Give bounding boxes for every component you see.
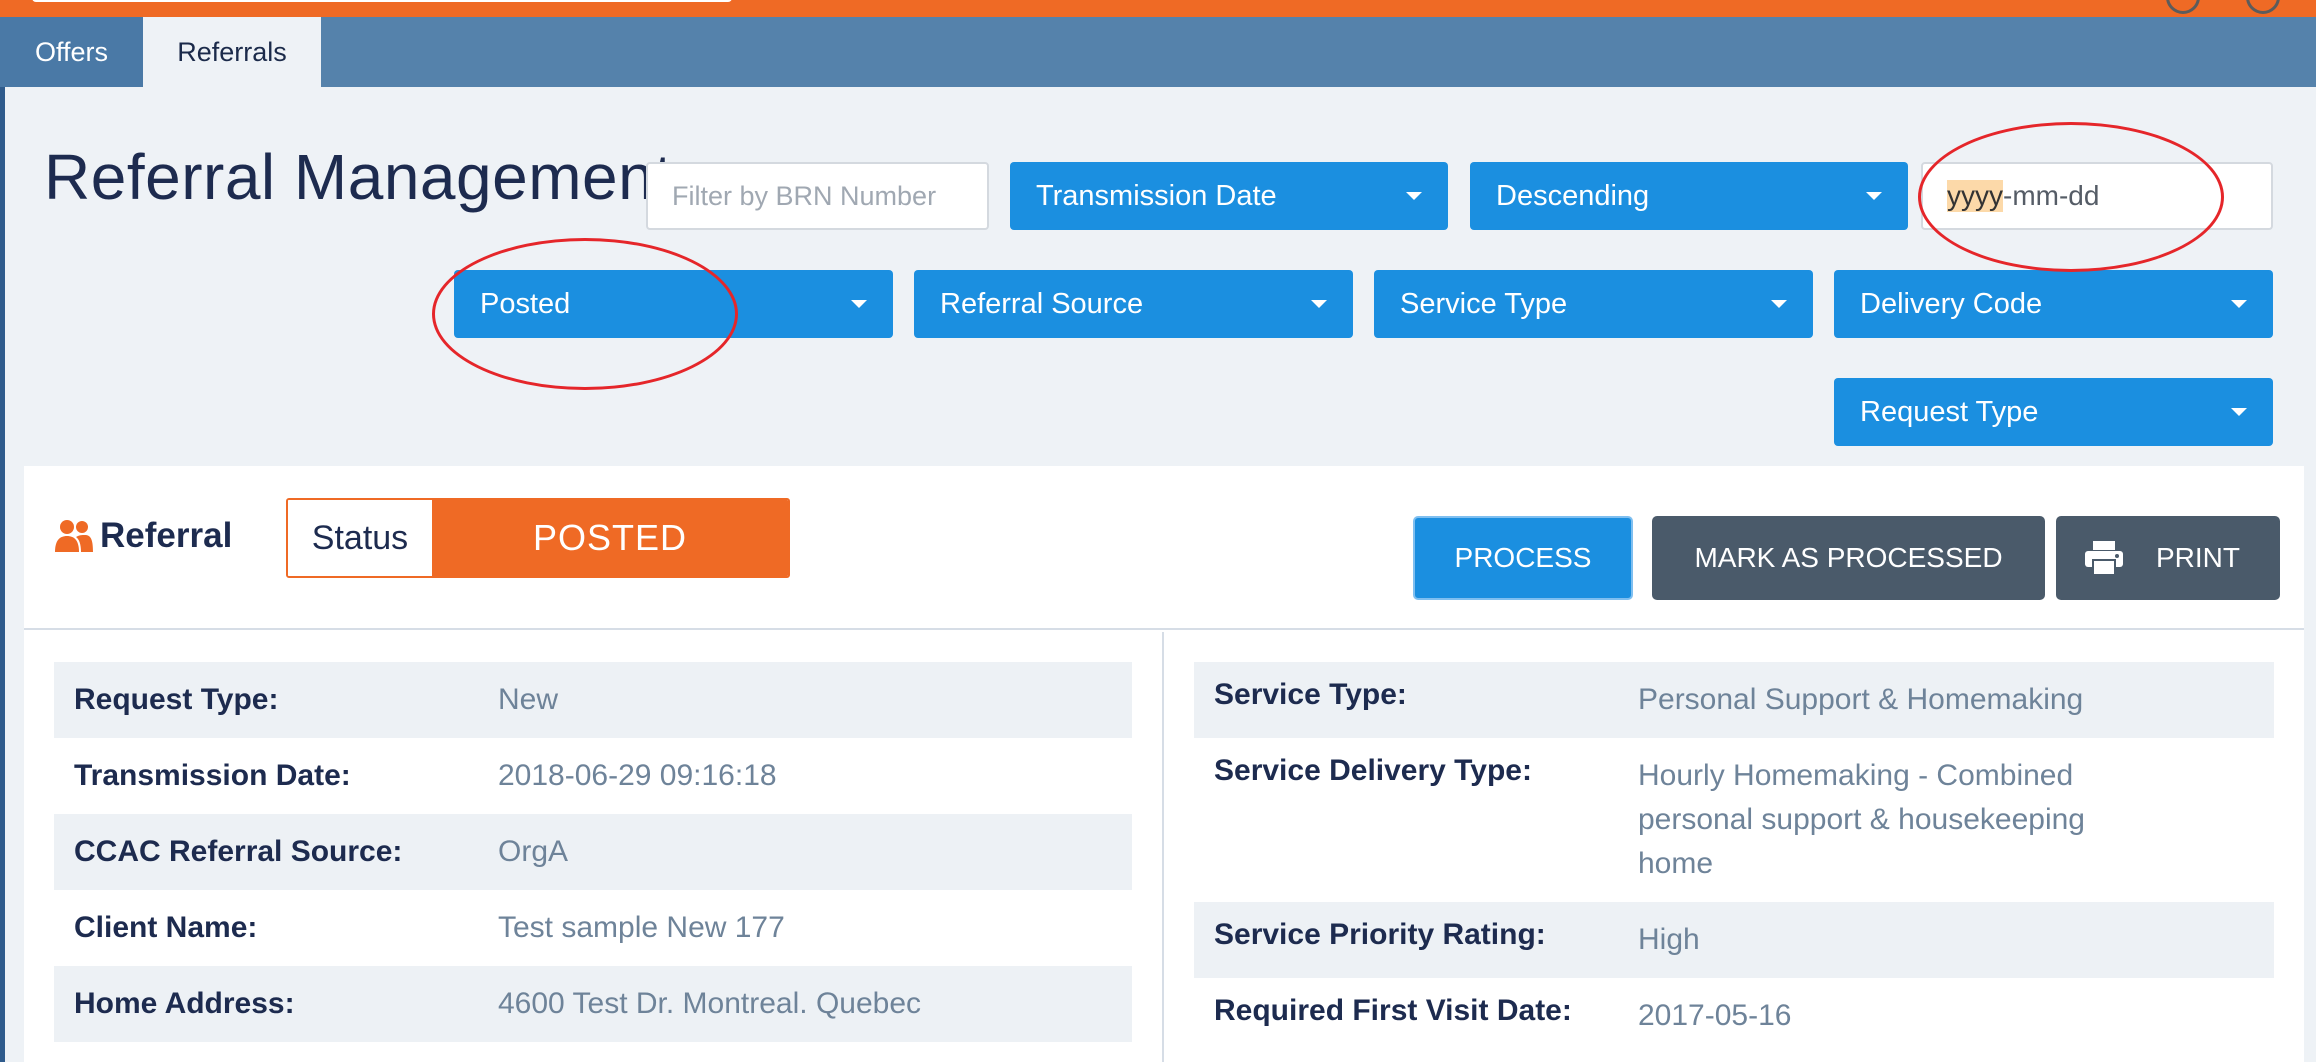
detail-label: Service Type: [1214, 678, 1407, 711]
detail-value: 4600 Test Dr. Montreal. Quebec [498, 987, 922, 1020]
brn-filter-input[interactable] [646, 162, 989, 230]
left-edge-rule [0, 87, 5, 1062]
detail-label: Required First Visit Date: [1214, 994, 1572, 1027]
sort-field-dropdown[interactable]: Transmission Date [1010, 162, 1448, 230]
date-year-segment[interactable]: yyyy [1947, 180, 2003, 212]
tab-referrals[interactable]: Referrals [143, 17, 321, 87]
process-button[interactable]: PROCESS [1413, 516, 1633, 600]
status-dropdown-label: Posted [480, 287, 571, 320]
referral-source-dropdown[interactable]: Referral Source [914, 270, 1353, 338]
chevron-down-icon [851, 300, 867, 308]
detail-row: Home Address: 4600 Test Dr. Montreal. Qu… [54, 966, 1132, 1042]
user-avatar-icon[interactable] [2246, 0, 2280, 14]
sort-order-label: Descending [1496, 179, 1650, 212]
detail-value: OrgA [498, 835, 569, 868]
status-badge: POSTED [432, 500, 788, 576]
request-type-label: Request Type [1860, 395, 2039, 428]
date-filter-input[interactable]: yyyy -mm-dd [1921, 162, 2273, 230]
detail-label: CCAC Referral Source: [74, 835, 403, 868]
detail-value: High [1638, 923, 1700, 956]
detail-value: Test sample New 177 [498, 911, 785, 944]
service-type-dropdown[interactable]: Service Type [1374, 270, 1813, 338]
chevron-down-icon [1866, 192, 1882, 200]
detail-row: Service Priority Rating: High [1194, 902, 2274, 978]
detail-value: 2018-06-29 09:16:18 [498, 759, 777, 792]
chevron-down-icon [1771, 300, 1787, 308]
print-button[interactable]: PRINT [2056, 516, 2280, 600]
notification-icon[interactable] [2166, 0, 2200, 14]
column-divider [1162, 632, 1164, 1062]
chevron-down-icon [2231, 300, 2247, 308]
status-dropdown[interactable]: Posted [454, 270, 893, 338]
detail-value: Hourly Homemaking - Combined personal su… [1638, 759, 2085, 880]
date-rest-segment: -mm-dd [2003, 180, 2100, 211]
request-type-dropdown[interactable]: Request Type [1834, 378, 2273, 446]
detail-row: Service Delivery Type: Hourly Homemaking… [1194, 738, 2274, 902]
detail-row: Client Name: Test sample New 177 [54, 890, 1132, 966]
referral-card: Referral Status POSTED PROCESS MARK AS P… [24, 466, 2304, 1062]
users-icon [55, 520, 93, 552]
top-header-bar [0, 0, 2316, 17]
tab-bar: Offers Referrals [0, 17, 2316, 87]
chevron-down-icon [2231, 408, 2247, 416]
chevron-down-icon [1406, 192, 1422, 200]
sort-order-dropdown[interactable]: Descending [1470, 162, 1908, 230]
chevron-down-icon [1311, 300, 1327, 308]
mark-as-processed-button[interactable]: MARK AS PROCESSED [1652, 516, 2045, 600]
detail-value: 2017-05-16 [1638, 999, 1792, 1032]
detail-value: New [498, 683, 559, 716]
detail-label: Service Delivery Type: [1214, 754, 1532, 787]
detail-label: Client Name: [74, 911, 258, 944]
sort-field-label: Transmission Date [1036, 179, 1277, 212]
detail-row: Transmission Date: 2018-06-29 09:16:18 [54, 738, 1132, 814]
page-title: Referral Management [44, 141, 673, 213]
detail-label: Request Type: [74, 683, 279, 716]
delivery-code-dropdown[interactable]: Delivery Code [1834, 270, 2273, 338]
printer-icon [2085, 541, 2123, 576]
detail-label: Service Priority Rating: [1214, 918, 1546, 951]
delivery-code-label: Delivery Code [1860, 287, 2043, 320]
detail-row: Service Type: Personal Support & Homemak… [1194, 662, 2274, 738]
detail-label: Home Address: [74, 987, 295, 1020]
referral-source-label: Referral Source [940, 287, 1144, 320]
detail-row: Request Type: New [54, 662, 1132, 738]
service-type-label: Service Type [1400, 287, 1568, 320]
detail-row: CCAC Referral Source: OrgA [54, 814, 1132, 890]
detail-label: Transmission Date: [74, 759, 351, 792]
referral-heading: Referral [100, 516, 233, 555]
detail-value: Personal Support & Homemaking [1638, 683, 2084, 716]
referral-card-header: Referral Status POSTED PROCESS MARK AS P… [24, 466, 2304, 630]
detail-row: Required First Visit Date: 2017-05-16 [1194, 978, 2274, 1054]
print-label: PRINT [2156, 542, 2240, 573]
status-label: Status [288, 500, 432, 576]
tab-offers[interactable]: Offers [0, 17, 143, 87]
status-indicator: Status POSTED [286, 498, 790, 578]
header-search-field[interactable] [32, 0, 732, 2]
